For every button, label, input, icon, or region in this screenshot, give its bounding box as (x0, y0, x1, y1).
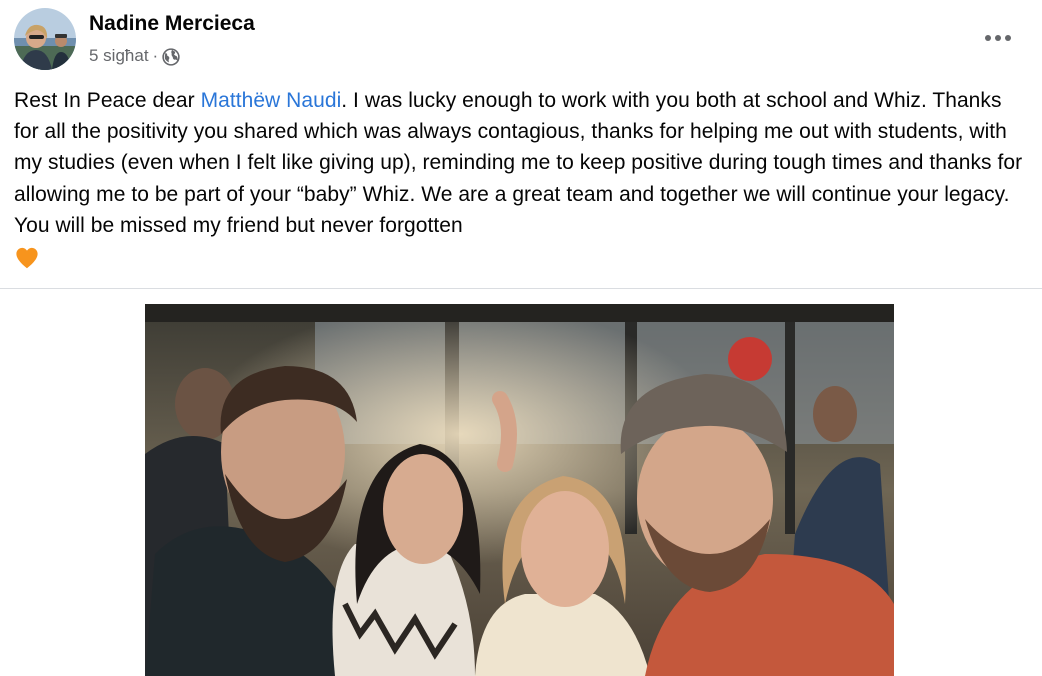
globe-icon[interactable] (162, 47, 180, 66)
post-timestamp[interactable]: 5 sigħat (89, 46, 149, 66)
facebook-post: Nadine Mercieca 5 sigħat · Rest In Peace… (0, 0, 1042, 676)
post-meta: 5 sigħat · (89, 46, 180, 66)
more-options-icon (983, 29, 1013, 47)
post-header: Nadine Mercieca 5 sigħat · (0, 0, 1042, 84)
divider (0, 288, 1042, 289)
post-photo[interactable] (145, 304, 894, 676)
group-selfie-photo (145, 304, 894, 676)
author-name[interactable]: Nadine Mercieca (89, 12, 255, 36)
author-avatar[interactable] (14, 8, 76, 70)
orange-heart-icon (14, 245, 40, 271)
meta-separator: · (152, 46, 159, 65)
mention-link[interactable]: Matthëw Naudi (201, 89, 342, 112)
avatar-image (14, 8, 76, 70)
text-before-mention: Rest In Peace dear (14, 89, 201, 112)
post-message: Rest In Peace dear Matthëw Naudi. I was … (14, 85, 1032, 241)
post-body: Rest In Peace dear Matthëw Naudi. I was … (14, 85, 1032, 274)
more-options-button[interactable] (970, 18, 1026, 58)
